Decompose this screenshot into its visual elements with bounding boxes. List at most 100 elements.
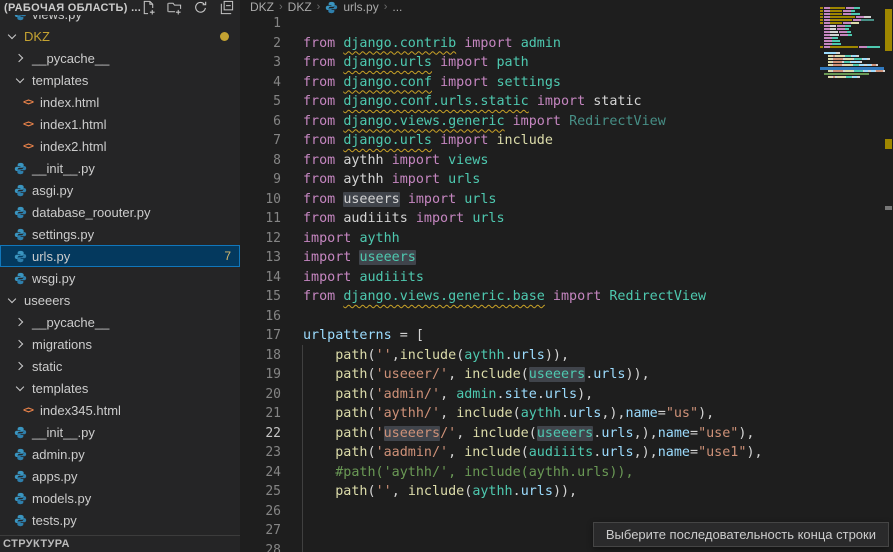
tree-item-templates[interactable]: templates <box>0 377 240 399</box>
tree-item-wsgi-py[interactable]: wsgi.py <box>0 267 240 289</box>
tree-item-urls-py[interactable]: urls.py7 <box>0 245 240 267</box>
python-file-icon <box>12 250 28 263</box>
code-text: path('aythh/', include(aythh.urls,),name… <box>303 404 714 424</box>
code-line: 23 path('aadmin/', include(audiiits.urls… <box>240 443 893 463</box>
code-text: import audiiits <box>303 268 424 288</box>
line-number: 24 <box>240 463 281 483</box>
tree-item-useeers[interactable]: useeers <box>0 289 240 311</box>
code-text: #path('aythh/', include(aythh.urls)), <box>303 463 634 483</box>
chevron-collapsed-icon <box>15 318 23 326</box>
outline-label: СТРУКТУРА <box>3 538 70 550</box>
ruler-marker <box>885 139 892 149</box>
code-text: from audiiits import urls <box>303 209 505 229</box>
line-number: 9 <box>240 170 281 190</box>
tree-item-index1-html[interactable]: <>index1.html <box>0 113 240 135</box>
refresh-icon[interactable] <box>193 0 208 15</box>
tree-item-apps-py[interactable]: apps.py <box>0 465 240 487</box>
tree-item-tests-py[interactable]: tests.py <box>0 509 240 531</box>
tree-item-asgi-py[interactable]: asgi.py <box>0 179 240 201</box>
line-number: 23 <box>240 443 281 463</box>
code-line: 8from aythh import views <box>240 151 893 171</box>
overview-ruler[interactable] <box>884 0 893 552</box>
new-file-icon[interactable] <box>141 0 156 15</box>
tree-item-settings-py[interactable]: settings.py <box>0 223 240 245</box>
code-line: 26 <box>240 502 893 522</box>
code-line: 5from django.conf.urls.static import sta… <box>240 92 893 112</box>
code-line: 11 from audiiits import urls <box>240 209 893 229</box>
modified-dot-icon <box>220 32 229 41</box>
code-text: from django.views.generic import Redirec… <box>303 112 666 132</box>
code-text: path('useeers/', include(useeers.urls,),… <box>303 424 755 444</box>
breadcrumb-item[interactable]: DKZ <box>288 0 312 14</box>
code-line: 14 import audiiits <box>240 268 893 288</box>
code-text: path('aadmin/', include(audiiits.urls,),… <box>303 443 763 463</box>
breadcrumb-separator: › <box>279 1 283 13</box>
code-text: from django.conf.urls.static import stat… <box>303 92 642 112</box>
tree-item--pycache-[interactable]: __pycache__ <box>0 311 240 333</box>
tooltip-text: Выберите последовательность конца строки <box>606 527 876 542</box>
code-line: 1 <box>240 14 893 34</box>
code-text: from django.conf import settings <box>303 73 561 93</box>
code-text: import useeers <box>303 248 416 268</box>
tree-item-label: settings.py <box>32 227 94 242</box>
html-file-icon: <> <box>20 97 36 108</box>
python-file-icon <box>12 470 28 483</box>
tree-item-static[interactable]: static <box>0 355 240 377</box>
workspace-section-header[interactable]: (РАБОЧАЯ ОБЛАСТЬ) ... <box>0 0 240 15</box>
line-number: 4 <box>240 73 281 93</box>
outline-section-header[interactable]: СТРУКТУРА <box>0 535 240 552</box>
code-area[interactable]: 12from django.contrib import admin3from … <box>240 14 893 552</box>
tree-item-migrations[interactable]: migrations <box>0 333 240 355</box>
python-file-icon <box>12 272 28 285</box>
minimap[interactable] <box>820 0 884 552</box>
chevron-collapsed-icon <box>15 340 23 348</box>
code-text: path('useeer/', include(useeers.urls)), <box>303 365 650 385</box>
tree-item-label: __init__.py <box>32 425 95 440</box>
breadcrumb-item[interactable]: ... <box>392 0 402 14</box>
tree-item-label: index.html <box>40 95 99 110</box>
minimap-current-line <box>820 67 884 70</box>
line-number: 7 <box>240 131 281 151</box>
code-text: path('', include(aythh.urls)), <box>303 482 577 502</box>
line-number: 20 <box>240 385 281 405</box>
line-number: 16 <box>240 307 281 327</box>
chevron-expanded-icon <box>16 382 24 390</box>
code-line: 4 from django.conf import settings <box>240 73 893 93</box>
ruler-marker <box>885 206 892 210</box>
tree-item--pycache-[interactable]: __pycache__ <box>0 47 240 69</box>
breadcrumb-item[interactable]: urls.py <box>343 0 378 14</box>
tree-item-label: templates <box>32 73 88 88</box>
collapse-all-icon[interactable] <box>219 0 234 15</box>
editor-pane[interactable]: DKZ›DKZ›urls.py›... 12from django.contri… <box>240 0 893 552</box>
breadcrumb-item[interactable]: DKZ <box>250 0 274 14</box>
tree-item-label: urls.py <box>32 249 70 264</box>
python-file-icon <box>12 206 28 219</box>
tree-item-templates[interactable]: templates <box>0 69 240 91</box>
file-tree: views.pyDKZ__pycache__templates<>index.h… <box>0 3 240 531</box>
chevron-expanded-icon <box>8 30 16 38</box>
code-line: 24 #path('aythh/', include(aythh.urls)), <box>240 463 893 483</box>
code-line: 18 path('',include(aythh.urls)), <box>240 346 893 366</box>
code-line: 9from aythh import urls <box>240 170 893 190</box>
line-number: 22 <box>240 424 281 444</box>
new-folder-icon[interactable] <box>167 0 182 15</box>
code-text: from django.contrib import admin <box>303 34 561 54</box>
tree-item--init-py[interactable]: __init__.py <box>0 157 240 179</box>
line-number: 13 <box>240 248 281 268</box>
tree-item-admin-py[interactable]: admin.py <box>0 443 240 465</box>
line-number: 11 <box>240 209 281 229</box>
python-file-icon <box>12 426 28 439</box>
tree-item-index-html[interactable]: <> index.html <box>0 91 240 113</box>
tree-item-database-roouter-py[interactable]: database_roouter.py <box>0 201 240 223</box>
tree-item-index2-html[interactable]: <>index2.html <box>0 135 240 157</box>
tree-item-index345-html[interactable]: <>index345.html <box>0 399 240 421</box>
line-number: 14 <box>240 268 281 288</box>
tree-item--init-py[interactable]: __init__.py <box>0 421 240 443</box>
tree-item-label: __init__.py <box>32 161 95 176</box>
tree-item-label: models.py <box>32 491 91 506</box>
python-file-icon <box>325 1 338 14</box>
code-line: 3from django.urls import path <box>240 53 893 73</box>
tree-item-models-py[interactable]: models.py <box>0 487 240 509</box>
tree-item-dkz[interactable]: DKZ <box>0 25 240 47</box>
line-number: 3 <box>240 53 281 73</box>
